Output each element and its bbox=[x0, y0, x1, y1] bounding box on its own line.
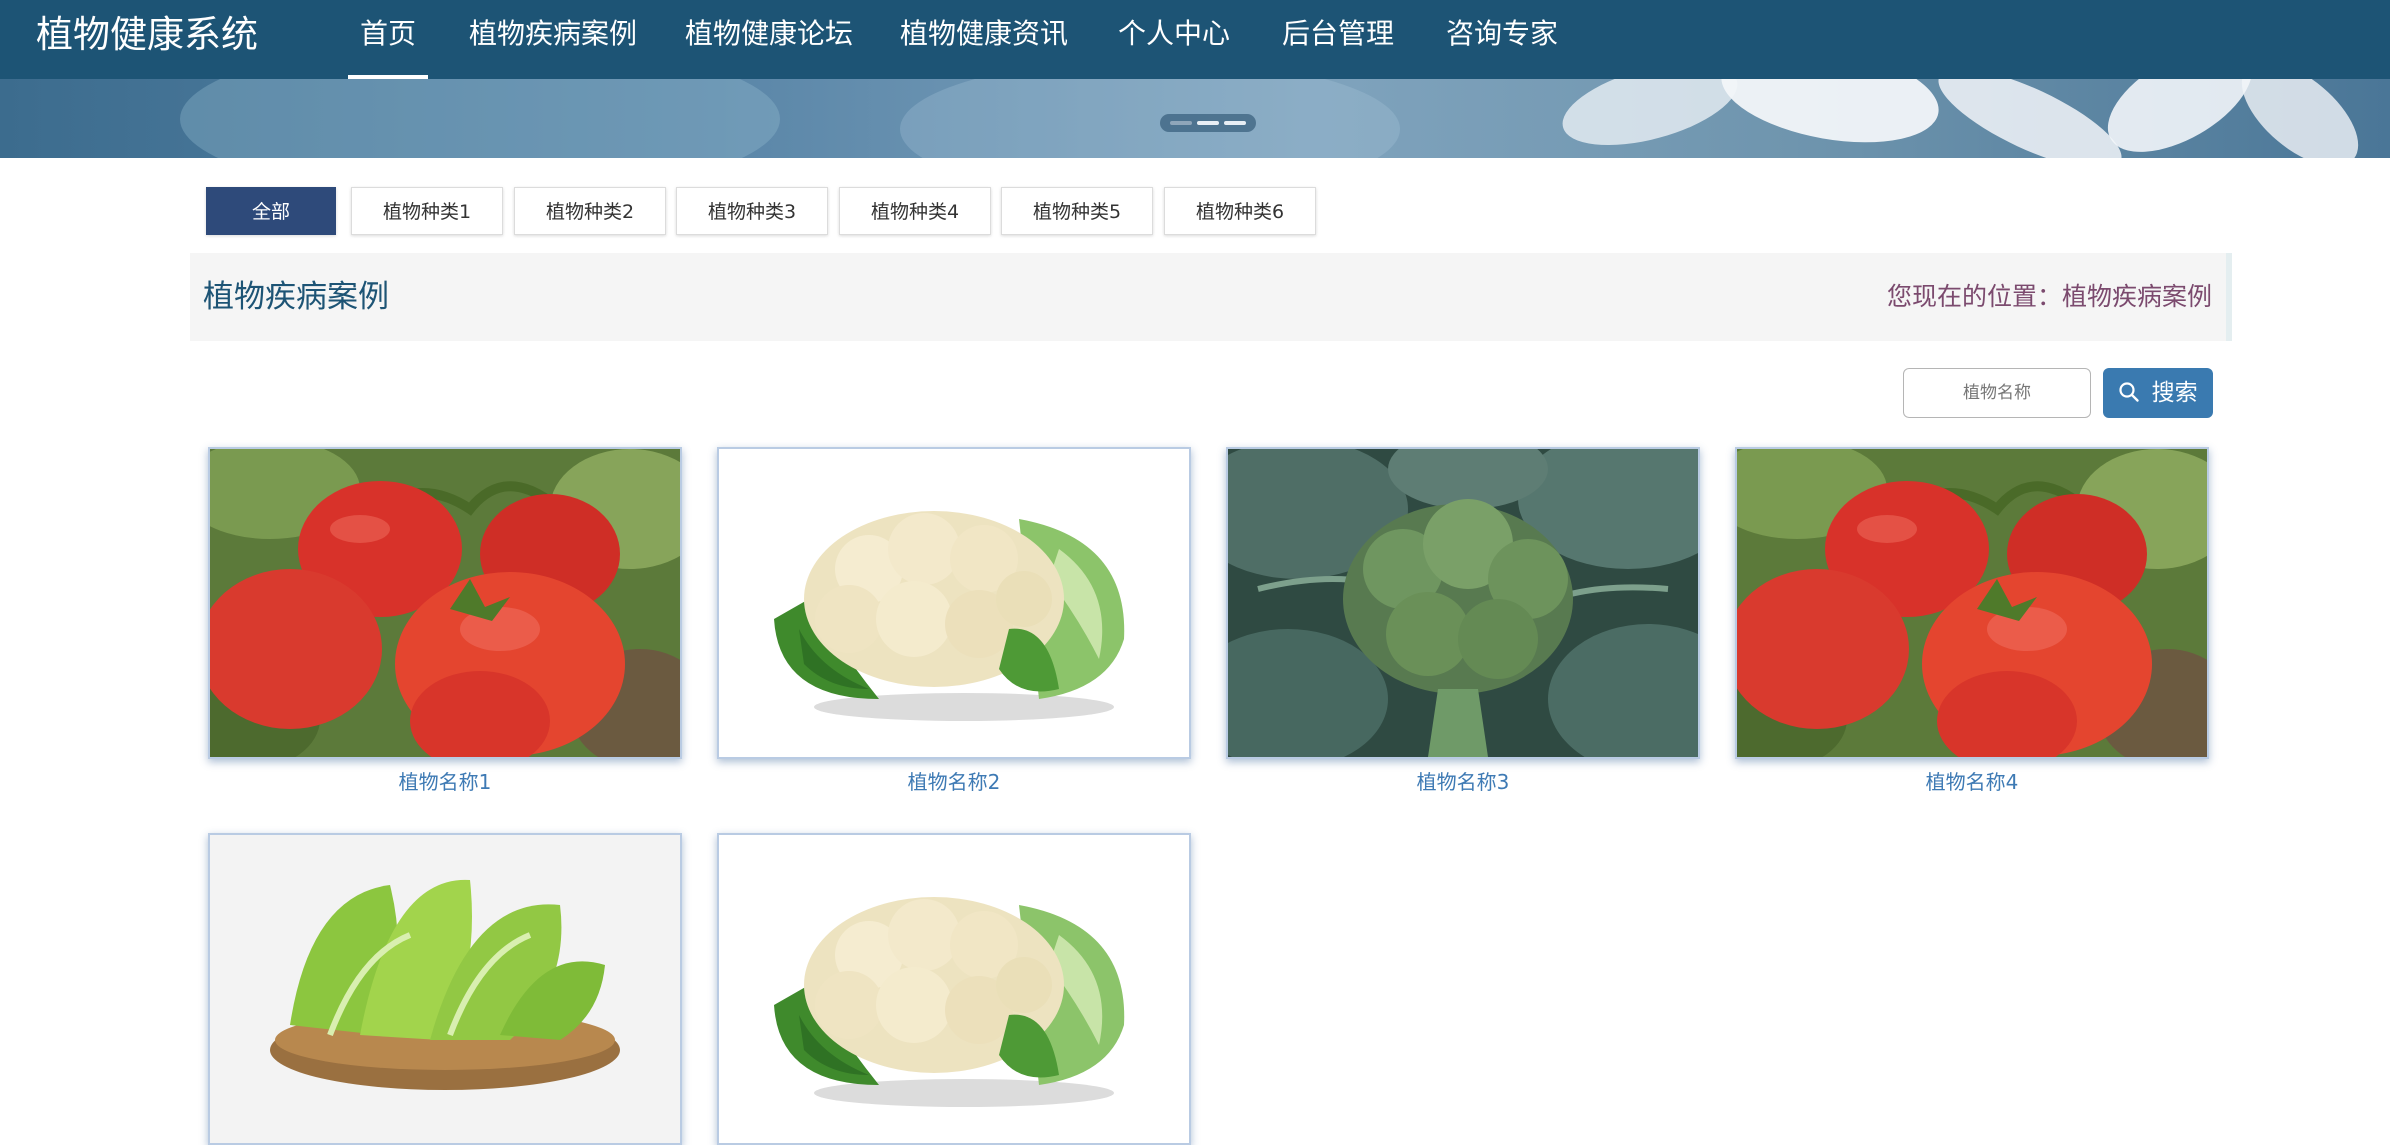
category-button-6[interactable]: 植物种类6 bbox=[1164, 187, 1316, 235]
nav-item-personal-center[interactable]: 个人中心 bbox=[1118, 0, 1230, 79]
banner-blur bbox=[900, 79, 1400, 158]
category-button-2[interactable]: 植物种类2 bbox=[514, 187, 666, 235]
nav-item-forum[interactable]: 植物健康论坛 bbox=[685, 0, 853, 79]
top-nav-bar: 植物健康系统 首页 植物疾病案例 植物健康论坛 植物健康资讯 个人中心 后台管理… bbox=[0, 0, 2390, 79]
carousel-dot[interactable] bbox=[1170, 121, 1192, 125]
plant-card-name[interactable]: 植物名称3 bbox=[1226, 766, 1700, 795]
category-button-1[interactable]: 植物种类1 bbox=[351, 187, 503, 235]
breadcrumb: 您现在的位置：植物疾病案例 bbox=[1886, 282, 2212, 311]
nav-item-admin[interactable]: 后台管理 bbox=[1282, 0, 1394, 79]
plant-card-name[interactable]: 植物名称1 bbox=[208, 766, 682, 795]
banner-petal bbox=[2223, 79, 2377, 158]
category-button-all[interactable]: 全部 bbox=[206, 187, 336, 235]
search-button-label: 搜索 bbox=[2151, 380, 2198, 406]
category-button-4[interactable]: 植物种类4 bbox=[839, 187, 991, 235]
banner-petal bbox=[1554, 79, 1746, 158]
plant-card-image[interactable] bbox=[717, 833, 1191, 1145]
search-button[interactable]: 搜索 bbox=[2103, 368, 2213, 418]
plant-card-image[interactable] bbox=[1226, 447, 1700, 759]
banner-petal bbox=[1926, 79, 2134, 158]
site-brand[interactable]: 植物健康系统 bbox=[36, 10, 258, 60]
nav-item-home[interactable]: 首页 bbox=[347, 0, 429, 79]
carousel-dot[interactable] bbox=[1197, 121, 1219, 125]
category-button-5[interactable]: 植物种类5 bbox=[1001, 187, 1153, 235]
banner-carousel bbox=[0, 79, 2390, 158]
nav-item-consult-expert[interactable]: 咨询专家 bbox=[1446, 0, 1558, 79]
plant-card-image[interactable] bbox=[208, 447, 682, 759]
carousel-dot[interactable] bbox=[1224, 121, 1246, 125]
banner-blur bbox=[180, 79, 780, 158]
search-input[interactable] bbox=[1903, 368, 2091, 418]
plant-card-image[interactable] bbox=[208, 833, 682, 1145]
nav-item-disease-cases[interactable]: 植物疾病案例 bbox=[469, 0, 637, 79]
carousel-indicators bbox=[1160, 114, 1256, 132]
plant-card-name[interactable]: 植物名称4 bbox=[1735, 766, 2209, 795]
category-button-3[interactable]: 植物种类3 bbox=[676, 187, 828, 235]
plant-card-name[interactable]: 植物名称2 bbox=[717, 766, 1191, 795]
banner-petal bbox=[1713, 79, 1947, 158]
plant-card-image[interactable] bbox=[717, 447, 1191, 759]
search-icon bbox=[2118, 380, 2151, 406]
plant-card-image[interactable] bbox=[1735, 447, 2209, 759]
nav-item-news[interactable]: 植物健康资讯 bbox=[900, 0, 1068, 79]
section-title: 植物疾病案例 bbox=[203, 279, 389, 315]
section-header: 植物疾病案例 您现在的位置：植物疾病案例 bbox=[190, 253, 2232, 341]
